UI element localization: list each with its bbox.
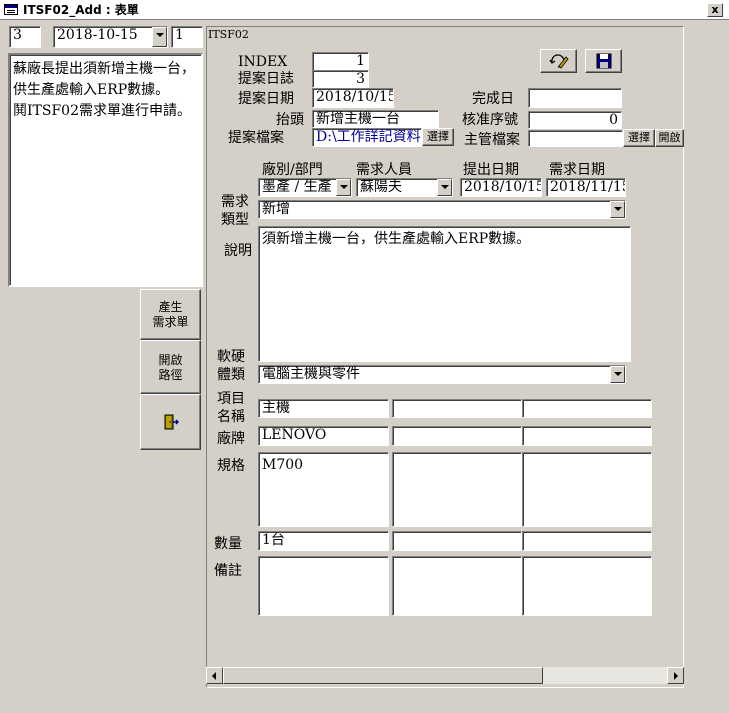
description-label: 說明 <box>224 243 252 259</box>
done-date-label: 完成日 <box>472 91 514 107</box>
note-field-1[interactable] <box>258 556 389 616</box>
open-manager-file-button[interactable]: 開啟 <box>655 129 684 147</box>
item-name-label: 項目 名稱 <box>217 391 245 425</box>
hw-type-dropdown[interactable]: 電腦主機與零件 <box>258 365 626 384</box>
memo-textarea[interactable]: 蘇廠長提出須新增主機一台，供生產處輸入ERP數據。 鬨ITSF02需求單進行申請… <box>8 53 203 287</box>
quantity-field-2[interactable] <box>392 531 522 551</box>
close-button[interactable]: x <box>707 3 723 17</box>
choose-manager-file-button[interactable]: 選擇 <box>623 129 655 147</box>
file-path-field[interactable]: D:\工作詳記資料 <box>312 128 422 147</box>
brand-label: 廠牌 <box>217 431 245 447</box>
approval-field[interactable]: 0 <box>528 111 622 129</box>
index-field[interactable]: 1 <box>312 52 369 71</box>
generate-request-button[interactable]: 產生 需求單 <box>140 289 201 340</box>
file-label: 提案檔案 <box>228 130 284 146</box>
subject-field[interactable]: 新增主機一台 <box>312 110 439 128</box>
hw-type-label: 軟硬 體類 <box>217 349 245 383</box>
date-label: 提案日期 <box>238 91 294 107</box>
submit-date-field[interactable]: 2018/10/15 <box>460 178 542 197</box>
scroll-right-icon[interactable] <box>667 667 684 684</box>
need-type-dropdown[interactable]: 新增 <box>258 200 626 219</box>
need-type-dropdown-value: 新增 <box>262 201 290 217</box>
date-dropdown[interactable]: 2018-10-15 <box>53 26 168 48</box>
dept-dropdown-value: 墨產 / 生產 <box>262 179 332 195</box>
note-field-3[interactable] <box>522 556 652 616</box>
scroll-thumb[interactable] <box>223 667 543 684</box>
requester-column-header: 需求人員 <box>356 162 412 178</box>
quantity-field-1[interactable]: 1台 <box>258 531 389 551</box>
log-field[interactable]: 3 <box>312 70 369 88</box>
chevron-down-icon[interactable] <box>610 201 625 218</box>
chevron-down-icon[interactable] <box>437 179 452 196</box>
brand-field-3[interactable] <box>522 426 652 446</box>
record-number-field[interactable]: 3 <box>9 26 41 48</box>
form-icon <box>4 4 18 15</box>
window-title: ITSF02_Add : 表單 <box>23 3 139 17</box>
done-date-field[interactable] <box>528 88 622 108</box>
save-disk-icon <box>596 53 611 69</box>
requester-dropdown-value: 蘇陽夫 <box>360 179 402 195</box>
exit-button[interactable] <box>140 394 201 450</box>
manager-file-label: 主管檔案 <box>464 132 520 148</box>
brand-field-1[interactable]: LENOVO <box>258 426 389 446</box>
submit-date-column-header: 提出日期 <box>463 162 519 178</box>
chevron-down-icon[interactable] <box>152 27 167 47</box>
open-path-button[interactable]: 開啟 路徑 <box>140 340 201 394</box>
note-label: 備註 <box>214 563 242 579</box>
scroll-left-icon[interactable] <box>206 667 223 684</box>
spec-field-3[interactable] <box>522 452 652 527</box>
dept-dropdown[interactable]: 墨產 / 生產 <box>258 178 352 197</box>
requester-dropdown[interactable]: 蘇陽夫 <box>356 178 453 197</box>
section-label: ITSF02 <box>208 28 249 41</box>
sequence-field[interactable]: 1 <box>171 26 203 48</box>
log-label: 提案日誌 <box>238 71 294 87</box>
approval-label: 核准序號 <box>462 112 518 128</box>
dept-column-header: 廠別/部門 <box>262 162 323 178</box>
brand-field-2[interactable] <box>392 426 522 446</box>
hw-type-dropdown-value: 電腦主機與零件 <box>262 366 360 382</box>
horizontal-scrollbar[interactable] <box>206 667 684 684</box>
description-textarea[interactable]: 須新增主機一台，供生產處輸入ERP數據。 <box>258 226 631 362</box>
spec-field-2[interactable] <box>392 452 522 527</box>
date-field[interactable]: 2018/10/15 <box>312 88 394 108</box>
spec-field-1[interactable]: M700 <box>258 452 389 527</box>
exit-door-icon <box>164 414 179 430</box>
date-dropdown-value: 2018-10-15 <box>57 27 138 43</box>
quantity-label: 數量 <box>214 536 242 552</box>
chevron-down-icon[interactable] <box>610 366 625 383</box>
title-bar: ITSF02_Add : 表單 x <box>0 0 729 20</box>
save-button[interactable] <box>585 49 622 73</box>
choose-file-button[interactable]: 選擇 <box>422 128 454 146</box>
item-name-field-1[interactable]: 主機 <box>258 399 389 418</box>
note-field-2[interactable] <box>392 556 522 616</box>
undo-pencil-icon <box>548 54 569 69</box>
item-name-field-3[interactable] <box>522 399 652 418</box>
index-label: INDEX <box>238 54 288 70</box>
subject-label: 抬頭 <box>276 112 304 128</box>
need-date-field[interactable]: 2018/11/15 <box>546 178 626 197</box>
need-date-column-header: 需求日期 <box>549 162 605 178</box>
item-name-field-2[interactable] <box>392 399 522 418</box>
chevron-down-icon[interactable] <box>336 179 351 196</box>
undo-button[interactable] <box>540 49 577 73</box>
manager-file-field[interactable] <box>528 130 623 147</box>
need-type-label: 需求 類型 <box>221 194 249 228</box>
spec-label: 規格 <box>217 458 245 474</box>
quantity-field-3[interactable] <box>522 531 652 551</box>
